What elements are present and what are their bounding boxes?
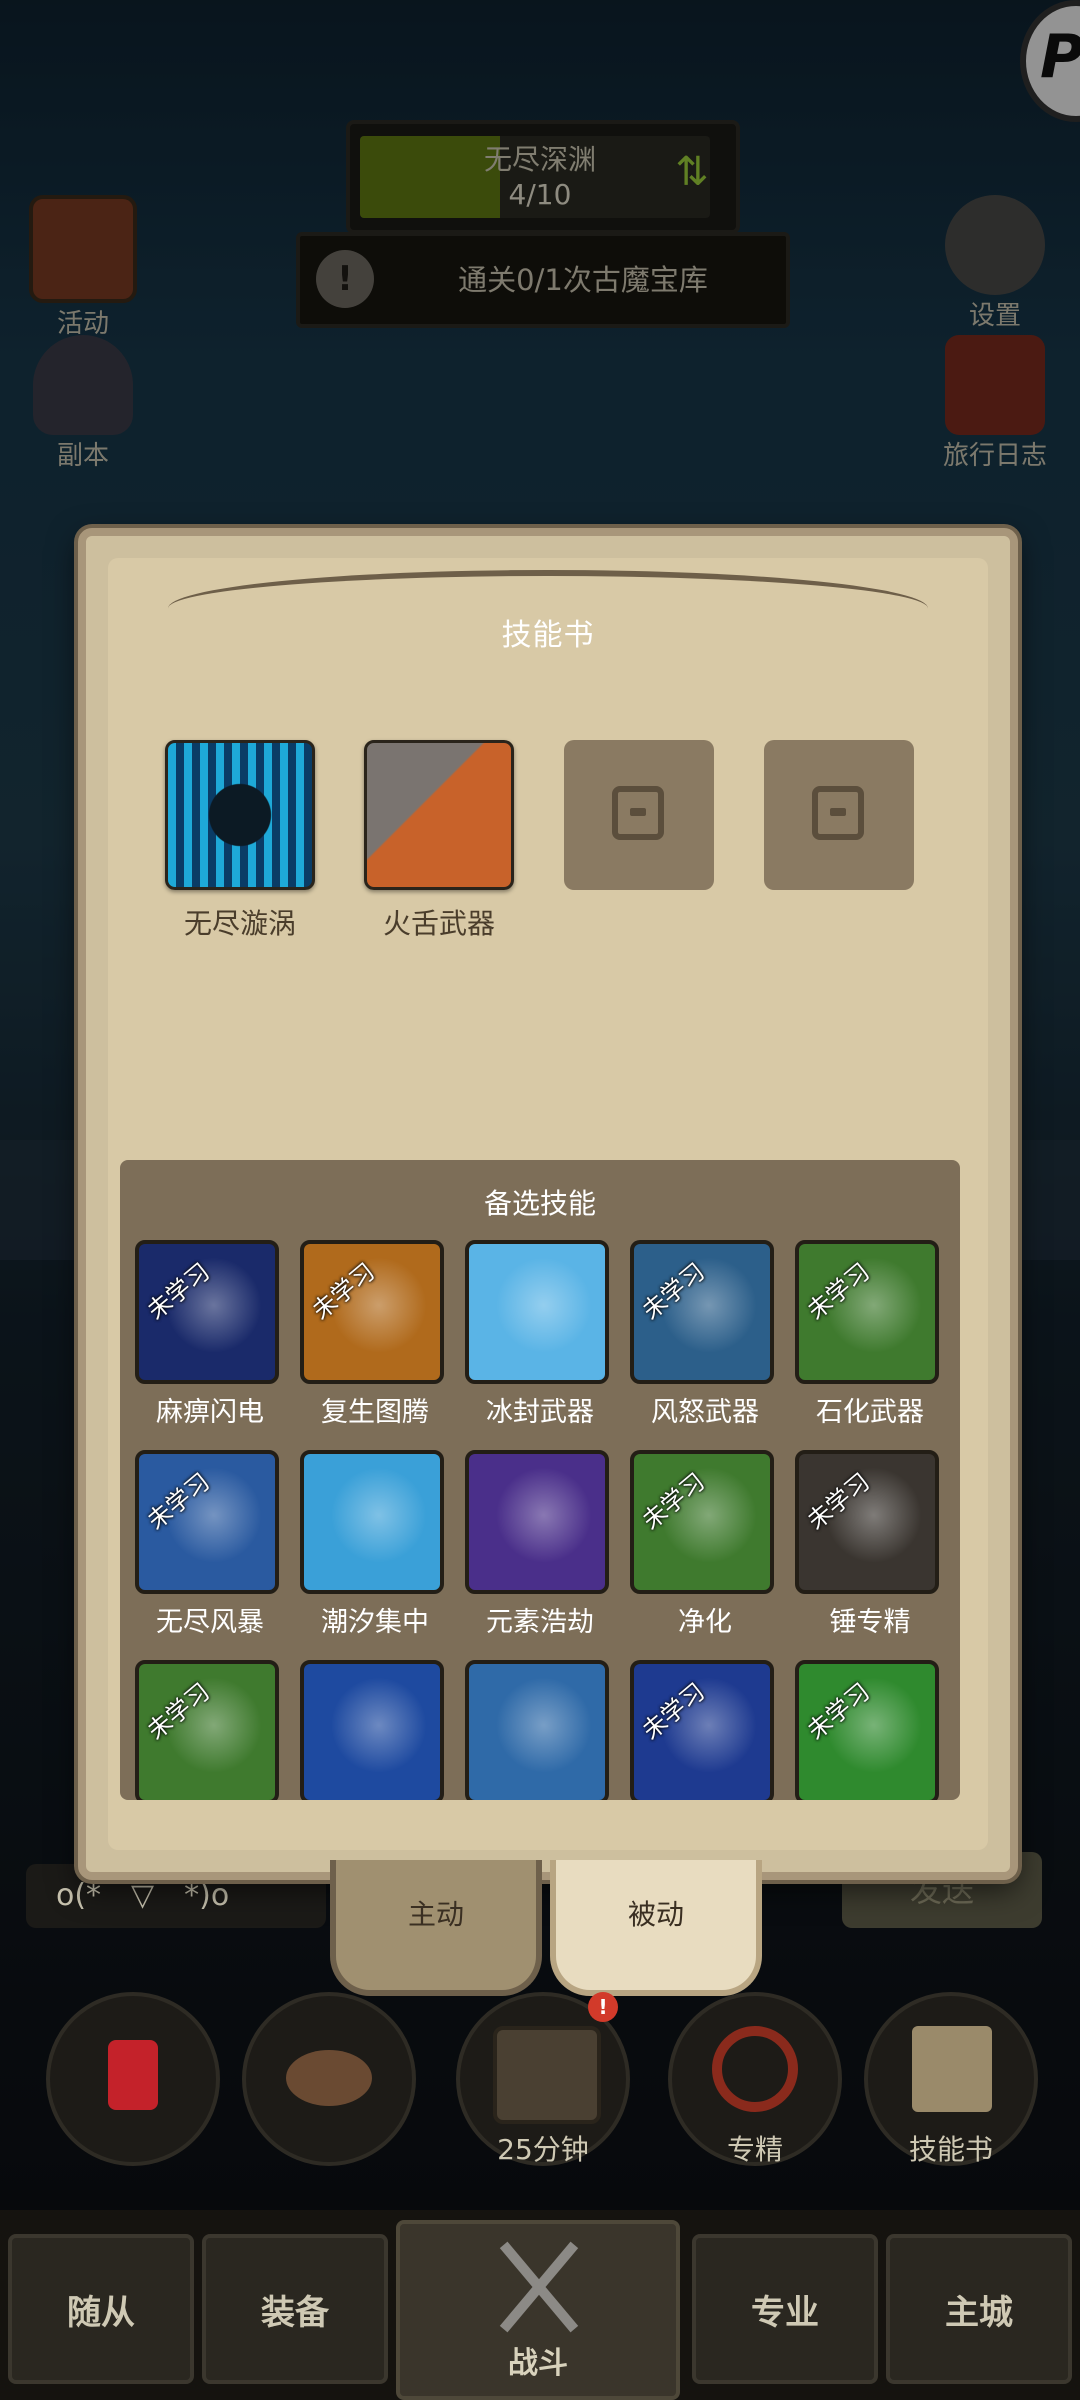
unlearned-badge: 未学习 [637,1677,711,1746]
skill-label: 麻痹闪电 [156,1397,264,1428]
potion-icon [108,2040,158,2110]
alt-skill-item[interactable] [300,1660,450,1800]
skill-icon: 未学习 [300,1240,444,1384]
alt-skill-item[interactable]: 冰封武器 [465,1240,615,1429]
alternate-skills-title: 备选技能 [483,1187,596,1220]
unlearned-badge: 未学习 [307,1257,381,1326]
equipped-skill-label: 火舌武器 [382,907,495,940]
skill-label: 复生图腾 [321,1397,429,1428]
specialization-icon [712,2026,798,2112]
nav-battle[interactable]: 战斗 [396,2220,680,2400]
crossed-swords-icon [499,2232,579,2342]
skill-label: 无尽风暴 [156,1607,264,1638]
bread-icon [286,2050,372,2106]
skill-icon: 未学习 [630,1450,774,1594]
alt-skill-item[interactable]: 潮汐集中 [300,1450,450,1639]
alt-skill-item[interactable]: 未学习无尽风暴 [135,1450,285,1639]
alt-skill-item[interactable]: 未学习 [630,1660,780,1800]
alt-skill-item[interactable] [465,1660,615,1800]
alt-skill-item[interactable]: 未学习净化 [630,1450,780,1639]
alt-skill-item[interactable]: 未学习麻痹闪电 [135,1240,285,1429]
unlearned-badge: 未学习 [802,1677,876,1746]
alt-skill-item[interactable]: 未学习石化武器 [795,1240,945,1429]
locked-slot [564,740,714,890]
alternate-skills-section: 备选技能 未学习 麻痹闪电 未学习 复生图腾 冰封武器 未学习 风怒武器 未学习 石化武器 未学习… [120,1160,960,1800]
specialization-button[interactable]: 专精 [668,1992,842,2166]
equipped-skill-label: 无尽漩涡 [183,907,296,940]
skill-label: 锤专精 [829,1607,911,1638]
skill-icon: 未学习 [135,1450,279,1594]
skill-label: 潮汐集中 [321,1607,429,1638]
alt-skill-item[interactable]: 未学习锤专精 [795,1450,945,1639]
lock-icon [612,786,664,840]
locked-skill-slot-4[interactable] [764,740,914,890]
skill-icon [300,1660,444,1800]
skillbook-button[interactable]: 技能书 [864,1992,1038,2166]
skillbook-label: 技能书 [908,2133,993,2166]
skill-icon: 未学习 [630,1240,774,1384]
alt-skill-item[interactable]: 未学习 [135,1660,285,1800]
skill-label: 风怒武器 [651,1397,759,1428]
skill-icon [300,1450,444,1594]
locked-skill-slot-3[interactable] [564,740,714,890]
vortex-icon [165,740,315,890]
skill-icon: 未学习 [795,1450,939,1594]
nav-battle-label: 战斗 [508,2346,568,2381]
alt-skill-item[interactable]: 未学习风怒武器 [630,1240,780,1429]
flametongue-hammer-icon [364,740,514,890]
unlearned-badge: 未学习 [637,1257,711,1326]
skill-icon: 未学习 [135,1240,279,1384]
unlearned-badge: 未学习 [142,1467,216,1536]
panel-title: 技能书 [501,618,595,653]
skill-label: 冰封武器 [486,1397,594,1428]
lock-icon [812,786,864,840]
skill-label: 净化 [678,1607,732,1638]
skill-icon: 未学习 [795,1240,939,1384]
alt-skill-item[interactable]: 元素浩劫 [465,1450,615,1639]
skill-icon: 未学习 [795,1660,939,1800]
locked-slot [764,740,914,890]
chest-icon [493,2026,601,2124]
specialization-label: 专精 [726,2133,783,2166]
skill-icon: 未学习 [135,1660,279,1800]
bread-button[interactable] [242,1992,416,2166]
tab-active-skills[interactable]: 主动 [330,1860,542,1996]
skill-label: 元素浩劫 [486,1607,594,1638]
bottom-nav: 随从 装备 战斗 专业 主城 [0,2210,1080,2400]
unlearned-badge: 未学习 [142,1677,216,1746]
nav-followers[interactable]: 随从 [8,2234,194,2384]
skill-icon [465,1240,609,1384]
tab-passive-skills[interactable]: 被动 [550,1860,762,1996]
nav-equipment[interactable]: 装备 [202,2234,388,2384]
skill-icon [465,1660,609,1800]
alt-skill-item[interactable]: 未学习复生图腾 [300,1240,450,1429]
notification-badge: ! [588,1992,618,2022]
unlearned-badge: 未学习 [637,1467,711,1536]
unlearned-badge: 未学习 [802,1467,876,1536]
equipped-skill-slot-2[interactable]: 火舌武器 [364,740,514,940]
unlearned-badge: 未学习 [802,1257,876,1326]
nav-profession[interactable]: 专业 [692,2234,878,2384]
skill-icon [465,1450,609,1594]
equipped-skill-slot-1[interactable]: 无尽漩涡 [165,740,315,940]
skillbook-icon [912,2026,992,2112]
potion-button[interactable] [46,1992,220,2166]
chest-timer: 25分钟 [497,2133,589,2166]
skill-label: 石化武器 [816,1397,924,1428]
nav-main-city[interactable]: 主城 [886,2234,1072,2384]
skill-icon: 未学习 [630,1660,774,1800]
alt-skill-item[interactable]: 未学习 [795,1660,945,1800]
unlearned-badge: 未学习 [142,1257,216,1326]
